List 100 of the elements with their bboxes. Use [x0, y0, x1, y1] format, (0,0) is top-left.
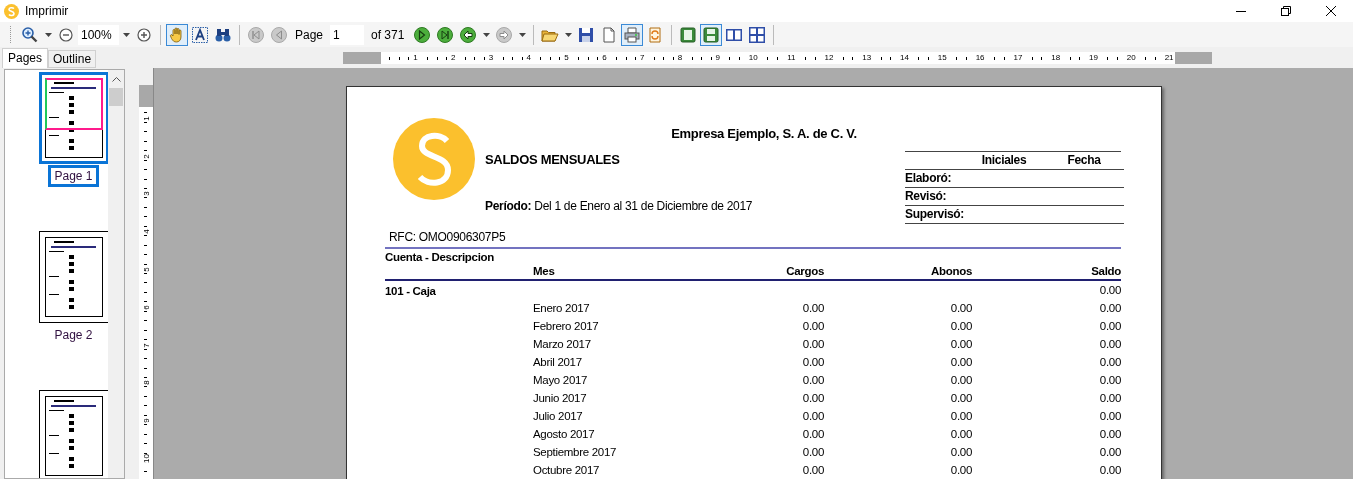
table-cell-text: Marzo 2017 [533, 337, 592, 352]
column-header: Abonos [824, 263, 972, 281]
table-cell-text: 0.00 [1098, 301, 1121, 316]
page-thumbnail[interactable] [38, 231, 108, 323]
signature-label: Supervisó: [905, 207, 965, 221]
ruler-number: 20 [1125, 52, 1137, 62]
table-cell-text: 0.00 [801, 319, 824, 334]
table-cell-text: 0.00 [949, 409, 972, 424]
table-cell-text: Abril 2017 [533, 355, 583, 370]
ruler-number: 3 [141, 191, 151, 197]
ruler-number: 9 [141, 418, 151, 423]
report-period: Período: Del 1 de Enero al 31 de Diciembre de 2017 [485, 199, 754, 213]
table-cell-text: 0.00 [949, 427, 972, 442]
ruler-number: 7 [141, 342, 151, 348]
table-cell-text: 0.00 [801, 463, 824, 478]
ruler-number: 12 [823, 52, 835, 62]
ruler-number: 3 [487, 52, 495, 62]
ruler-number: 16 [974, 52, 986, 62]
ruler-number: 8 [141, 380, 151, 386]
caret-icon [564, 32, 572, 37]
restore-icon [1280, 6, 1291, 16]
table-cell-text: 0.00 [949, 319, 972, 334]
caret-icon [518, 32, 526, 37]
zoom-in-icon [135, 25, 153, 44]
ruler-number: 5 [141, 267, 151, 272]
table-cell-text: Enero 2017 [533, 301, 591, 316]
table-cell-text: 0.00 [1098, 427, 1121, 442]
ruler-number: 10 [141, 454, 151, 463]
group-header: Cuenta - Descripcion [385, 251, 496, 263]
ruler-number: 4 [525, 52, 532, 62]
table-cell-text: 0.00 [1098, 409, 1121, 424]
app-logo-icon [4, 3, 19, 19]
column-header: Iniciales [981, 153, 1027, 167]
column-header: Fecha [1067, 153, 1101, 167]
page-label: Page 2 [53, 327, 94, 344]
table-cell-text: 0.00 [801, 355, 824, 370]
signature-label: Elaboró: [905, 171, 952, 185]
rfc-text: RFC: OMO0906307P5 [388, 230, 507, 244]
page-label: Page 1 [48, 165, 99, 187]
table-cell-text: Octubre 2017 [533, 463, 601, 478]
ruler-number: 1 [141, 116, 151, 121]
ruler-number: 7 [638, 52, 646, 62]
ruler-number: 4 [141, 229, 151, 234]
table-cell-text: 0.00 [801, 427, 824, 442]
save-icon [577, 25, 596, 44]
text-select-icon [191, 25, 209, 44]
table-cell-text: Mayo 2017 [533, 373, 589, 388]
table-cell-text: Julio 2017 [533, 409, 584, 424]
table-cell-text: 0.00 [949, 373, 972, 388]
table-cell-text: 0.00 [801, 373, 824, 388]
page-thumbnail[interactable] [38, 390, 108, 478]
account-name: 101 - Caja [385, 284, 437, 299]
ruler-number: 1 [412, 52, 419, 62]
printer-icon [623, 25, 642, 44]
table-cell-text: 0.00 [801, 337, 824, 352]
table-cell-text: 0.00 [949, 445, 972, 460]
zoom-field[interactable]: 100% [78, 24, 119, 45]
ruler-number: 10 [747, 52, 759, 62]
table-cell-text: 0.00 [1098, 283, 1121, 298]
last-page-icon [436, 25, 455, 44]
table-cell-text: 0.00 [949, 337, 972, 352]
company-name: Empresa Ejemplo, S. A. de C. V. [670, 126, 858, 143]
table-cell-text: Septiembre 2017 [533, 445, 618, 460]
ruler-number: 11 [786, 52, 797, 62]
table-cell-text: Junio 2017 [533, 391, 588, 406]
view-mode-button[interactable] [700, 23, 723, 46]
file-tool-button[interactable] [621, 23, 644, 46]
table-cell-text: 0.00 [949, 391, 972, 406]
table-cell-text: 0.00 [949, 355, 972, 370]
caret-icon [44, 32, 52, 37]
close-icon [1325, 6, 1336, 16]
column-header: Saldo [972, 263, 1121, 281]
previous-page-icon [270, 25, 288, 44]
table-cell-text: 0.00 [801, 301, 824, 316]
four-page-icon [748, 25, 767, 44]
report-title: SALDOS MENSUALES [485, 152, 621, 167]
ruler-number: 14 [899, 52, 910, 62]
zoom-out-icon [57, 25, 75, 44]
column-header: Mes [533, 263, 683, 281]
table-cell-text: 0.00 [949, 301, 972, 316]
signature-label: Revisó: [905, 189, 947, 203]
page-count: of 371 [371, 27, 405, 42]
scroll-thumb[interactable] [109, 88, 123, 106]
table-cell-text: 0.00 [1098, 355, 1121, 370]
sidebar-tab[interactable]: Outline [48, 50, 97, 68]
table-cell-text: Agosto 2017 [533, 427, 596, 442]
ruler-number: 21 [1163, 52, 1175, 62]
sidebar-tab[interactable]: Pages [2, 48, 49, 68]
ruler-margin [343, 51, 381, 64]
page-thumbnail[interactable] [38, 72, 108, 164]
zoom-in-icon [21, 25, 39, 44]
ruler-number: 17 [1012, 52, 1024, 62]
ruler-number: 13 [861, 52, 873, 62]
scrollbar[interactable] [108, 70, 124, 478]
table-cell-text: 0.00 [1098, 445, 1121, 460]
table-cell-text: 0.00 [1098, 463, 1121, 478]
table-cell-text: 0.00 [801, 409, 824, 424]
scroll-up-icon [111, 76, 121, 82]
ruler-margin [1174, 51, 1213, 64]
page-number-field[interactable]: 1 [330, 24, 365, 45]
